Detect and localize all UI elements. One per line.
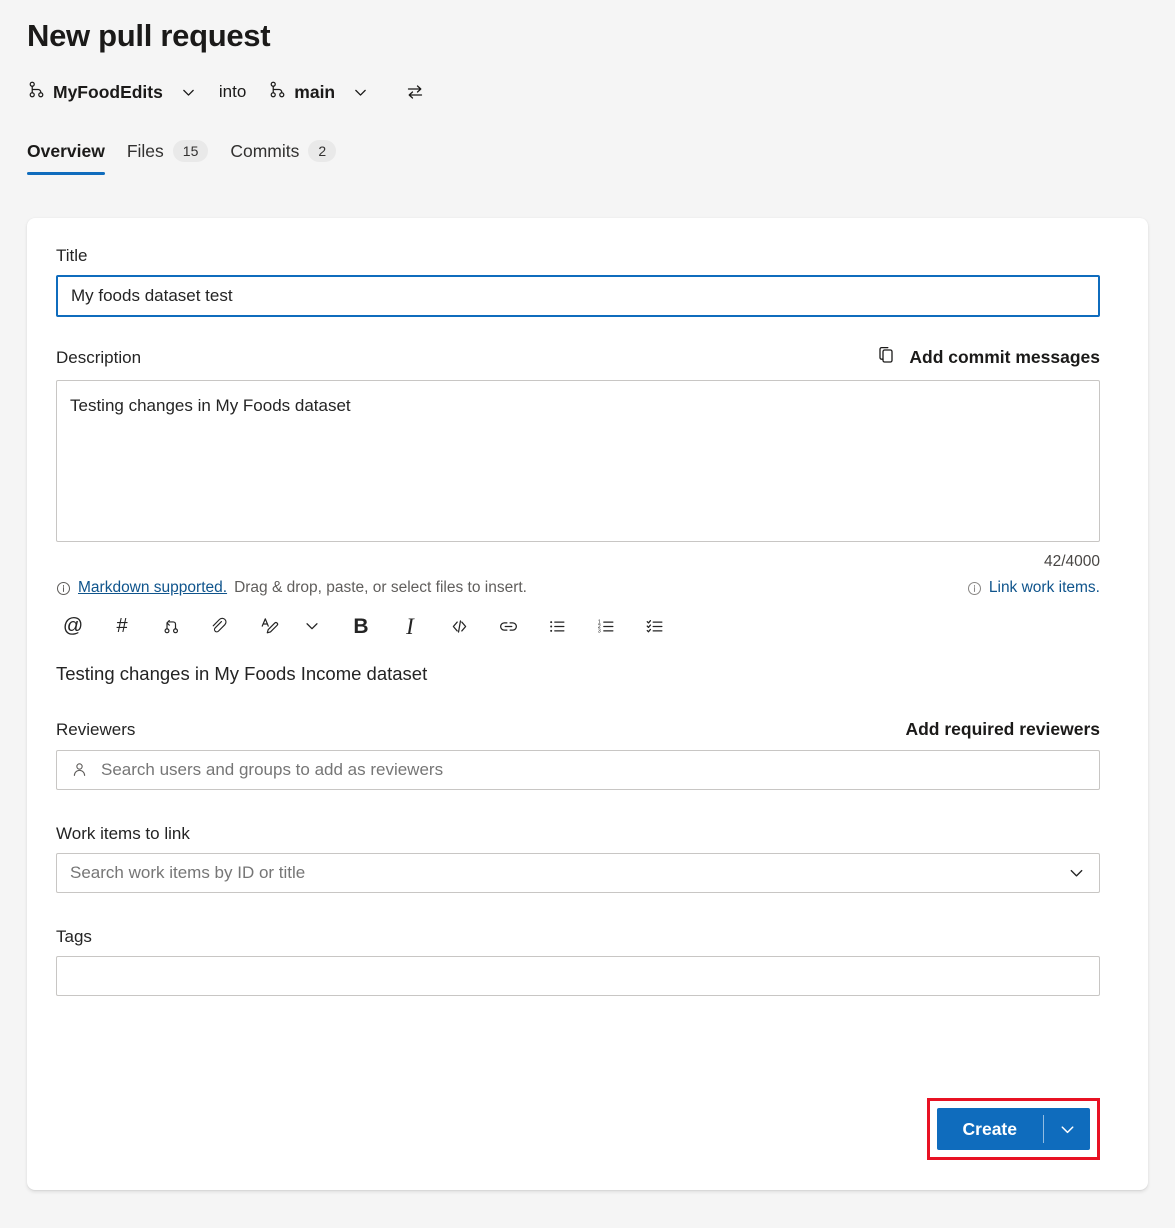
new-pull-request-page: New pull request MyFoodEdits into bbox=[0, 0, 1175, 1228]
description-label: Description bbox=[56, 348, 141, 368]
add-commit-messages-button[interactable]: Add commit messages bbox=[876, 344, 1100, 371]
hashtag-glyph: # bbox=[116, 616, 127, 636]
hashtag-icon[interactable]: # bbox=[105, 610, 139, 642]
italic-icon[interactable]: I bbox=[393, 610, 427, 642]
tab-files-label: Files bbox=[127, 141, 164, 162]
bold-icon[interactable]: B bbox=[344, 610, 378, 642]
work-items-search-input[interactable] bbox=[56, 853, 1100, 893]
chevron-down-icon[interactable] bbox=[295, 610, 329, 642]
bold-glyph: B bbox=[353, 616, 368, 637]
description-textarea[interactable] bbox=[56, 380, 1100, 542]
tab-overview[interactable]: Overview bbox=[27, 141, 116, 175]
description-preview: Testing changes in My Foods Income datas… bbox=[56, 663, 1100, 685]
markdown-supported-link[interactable]: Markdown supported. bbox=[78, 579, 227, 597]
chevron-down-icon[interactable] bbox=[1044, 1108, 1090, 1150]
form-footer: Create bbox=[56, 1098, 1100, 1160]
branch-selector-bar: MyFoodEdits into main bbox=[27, 80, 425, 104]
tags-input[interactable] bbox=[56, 956, 1100, 996]
svg-text:3: 3 bbox=[597, 628, 600, 634]
mention-icon[interactable]: @ bbox=[56, 610, 90, 642]
chevron-down-icon bbox=[352, 84, 369, 101]
pr-tabs: Overview Files 15 Commits 2 bbox=[27, 140, 347, 175]
target-branch-name: main bbox=[294, 82, 335, 103]
add-commit-messages-label: Add commit messages bbox=[909, 347, 1100, 368]
branch-icon bbox=[27, 80, 46, 104]
tab-files-badge: 15 bbox=[173, 140, 209, 162]
target-branch-selector[interactable]: main bbox=[268, 80, 369, 104]
swap-branches-icon[interactable] bbox=[405, 82, 425, 102]
link-work-items-link[interactable]: Link work items. bbox=[967, 579, 1100, 597]
character-counter: 42/4000 bbox=[56, 553, 1100, 571]
source-branch-name: MyFoodEdits bbox=[53, 82, 163, 103]
link-icon[interactable] bbox=[491, 610, 525, 642]
into-label: into bbox=[219, 82, 246, 102]
page-title: New pull request bbox=[27, 18, 270, 54]
title-input[interactable] bbox=[56, 275, 1100, 317]
clipboard-icon bbox=[876, 344, 898, 371]
mention-glyph: @ bbox=[63, 616, 83, 636]
attachment-icon[interactable] bbox=[203, 610, 237, 642]
markdown-toolbar: @ # bbox=[56, 609, 1100, 643]
create-button-label: Create bbox=[937, 1108, 1043, 1150]
create-button[interactable]: Create bbox=[937, 1108, 1090, 1150]
tab-files[interactable]: Files 15 bbox=[116, 140, 220, 175]
task-list-icon[interactable] bbox=[638, 610, 672, 642]
info-circle-icon bbox=[967, 581, 982, 596]
chevron-down-icon[interactable] bbox=[1067, 864, 1086, 883]
bulleted-list-icon[interactable] bbox=[540, 610, 574, 642]
pr-form-card: Title Description Add commit messages bbox=[27, 218, 1148, 1190]
tab-commits-label: Commits bbox=[230, 141, 299, 162]
reviewers-label: Reviewers bbox=[56, 720, 135, 740]
source-branch-selector[interactable]: MyFoodEdits bbox=[27, 80, 197, 104]
numbered-list-icon[interactable]: 1 2 3 bbox=[589, 610, 623, 642]
link-work-items-label: Link work items. bbox=[989, 579, 1100, 597]
work-items-section: Work items to link bbox=[56, 824, 1127, 893]
create-button-highlight: Create bbox=[927, 1098, 1100, 1160]
editor-hint-row: Markdown supported. Drag & drop, paste, … bbox=[56, 579, 1100, 597]
chevron-down-icon bbox=[180, 84, 197, 101]
work-items-label: Work items to link bbox=[56, 824, 1127, 844]
tab-overview-label: Overview bbox=[27, 141, 105, 162]
add-required-reviewers-button[interactable]: Add required reviewers bbox=[905, 719, 1100, 740]
tab-commits-badge: 2 bbox=[308, 140, 336, 162]
markdown-hint-text: Drag & drop, paste, or select files to i… bbox=[234, 579, 527, 597]
pull-request-icon[interactable] bbox=[154, 610, 188, 642]
italic-glyph: I bbox=[406, 615, 414, 638]
tags-label: Tags bbox=[56, 927, 1127, 947]
code-icon[interactable] bbox=[442, 610, 476, 642]
info-circle-icon bbox=[56, 581, 71, 596]
reviewers-search-input[interactable] bbox=[56, 750, 1100, 790]
tags-section: Tags bbox=[56, 927, 1127, 996]
title-label: Title bbox=[56, 246, 1127, 266]
highlight-text-icon[interactable] bbox=[252, 610, 286, 642]
reviewers-section: Reviewers Add required reviewers bbox=[56, 719, 1127, 790]
branch-icon bbox=[268, 80, 287, 104]
tab-commits[interactable]: Commits 2 bbox=[219, 140, 347, 175]
